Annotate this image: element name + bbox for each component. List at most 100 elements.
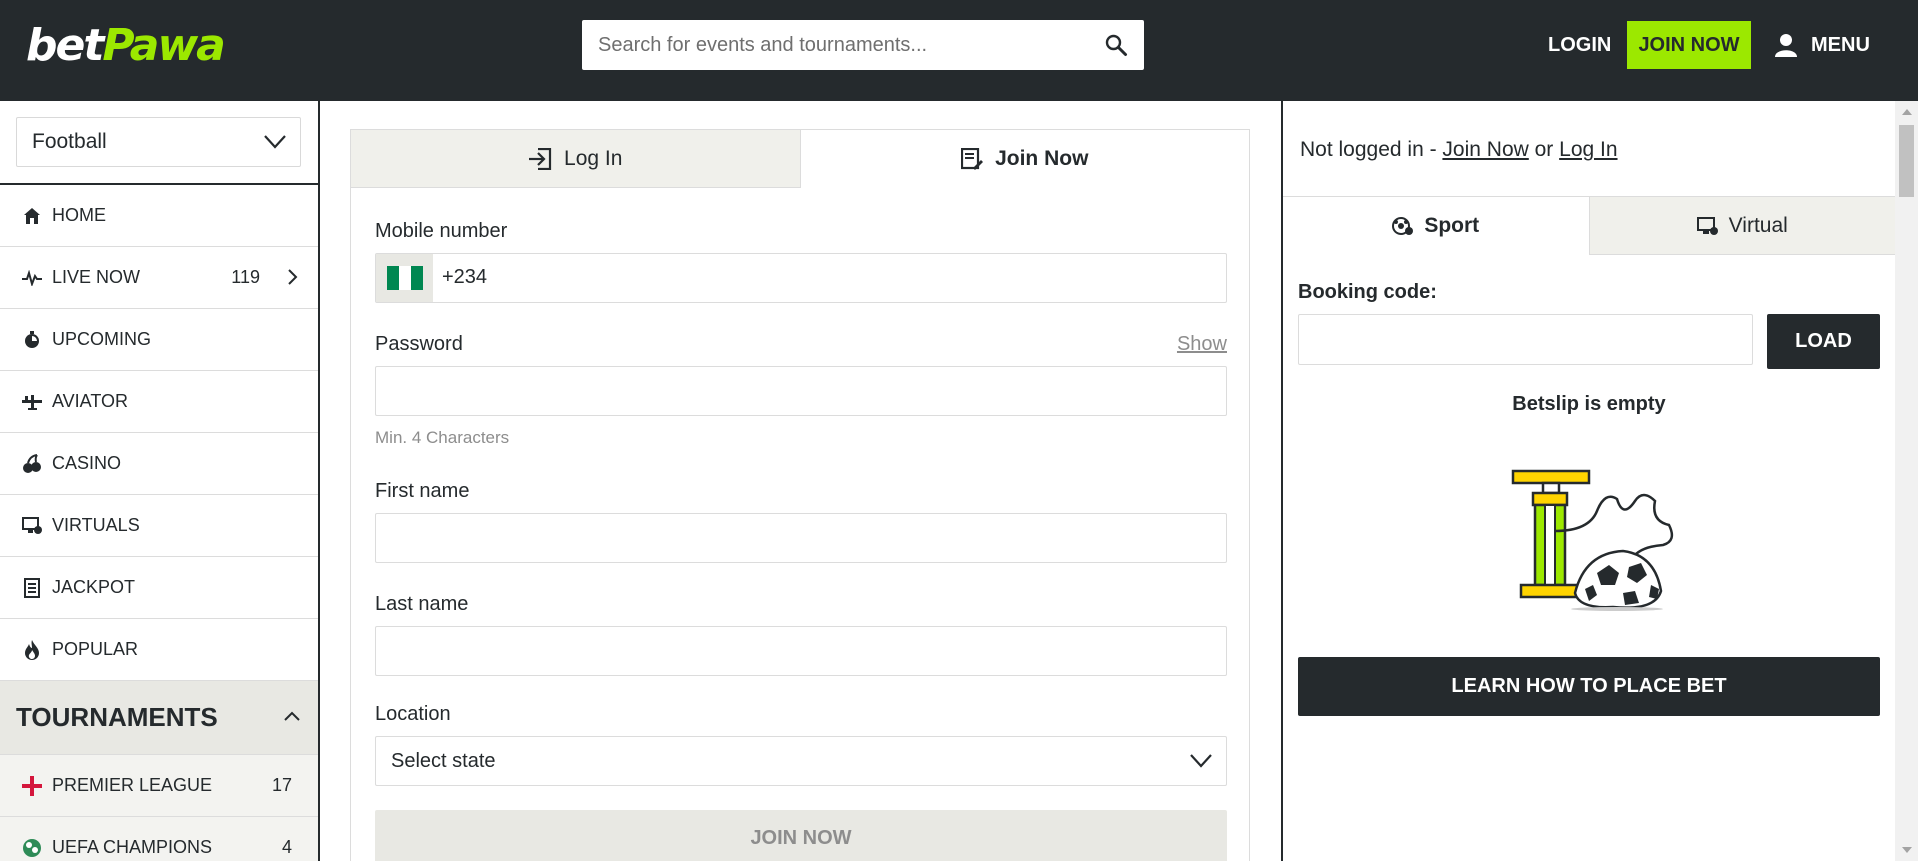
tab-virtual-label: Virtual	[1728, 213, 1788, 237]
left-sidebar: Football HOME LIVE NOW 119 UPCOMING AVIA…	[0, 101, 320, 861]
virtual-icon	[1696, 216, 1718, 235]
sidebar-item-casino[interactable]: CASINO	[0, 433, 318, 495]
sidebar-item-upcoming[interactable]: UPCOMING	[0, 309, 318, 371]
status-join-link[interactable]: Join Now	[1442, 138, 1528, 161]
location-select-value: Select state	[391, 750, 496, 772]
country-code-prefix: +234	[442, 266, 488, 288]
sidebar-item-home[interactable]: HOME	[0, 185, 318, 247]
show-password-link[interactable]: Show	[1177, 333, 1227, 356]
england-flag-icon	[22, 775, 42, 796]
sport-icon	[1392, 217, 1414, 235]
scroll-thumb[interactable]	[1899, 125, 1914, 197]
sport-selected-value: Football	[32, 130, 107, 153]
auth-form-card: Log In Join Now Mobile number +234 Passw…	[350, 129, 1250, 861]
tab-join-now-label: Join Now	[995, 147, 1089, 170]
empty-betslip-illustration	[1511, 469, 1674, 611]
sidebar-item-aviator[interactable]: AVIATOR	[0, 371, 318, 433]
mobile-number-label: Mobile number	[375, 220, 508, 242]
tournament-label: UEFA CHAMPIONS	[52, 837, 213, 857]
last-name-field	[375, 626, 1227, 676]
search-icon[interactable]	[1104, 33, 1128, 57]
load-button[interactable]: LOAD	[1767, 314, 1880, 369]
sidebar-item-label: HOME	[52, 205, 106, 225]
nigeria-flag-icon[interactable]	[376, 254, 433, 302]
sidebar-item-popular[interactable]: POPULAR	[0, 619, 318, 681]
status-prefix: Not logged in -	[1300, 138, 1443, 161]
clock-icon	[22, 330, 42, 350]
logo-text-pawa: Pawa	[102, 20, 225, 71]
sidebar-item-label: AVIATOR	[52, 391, 129, 411]
status-login-link[interactable]: Log In	[1559, 138, 1617, 161]
betslip-empty-text: Betslip is empty	[1512, 393, 1666, 415]
top-header: betPawa LOGIN JOIN NOW MENU	[0, 0, 1918, 101]
search-input[interactable]	[582, 20, 1082, 70]
tournament-label: PREMIER LEAGUE	[52, 775, 213, 795]
login-icon	[529, 147, 552, 170]
sidebar-item-label: VIRTUALS	[52, 515, 140, 535]
page-scrollbar[interactable]	[1895, 101, 1918, 861]
location-label: Location	[375, 703, 451, 725]
sidebar-item-label: CASINO	[52, 453, 122, 473]
sidebar-item-virtuals[interactable]: VIRTUALS	[0, 495, 318, 557]
location-select[interactable]: Select state	[375, 736, 1227, 786]
password-hint: Min. 4 Characters	[375, 428, 510, 447]
main-content: Log In Join Now Mobile number +234 Passw…	[320, 101, 1281, 861]
plane-icon	[22, 392, 42, 412]
logo-text-bet: bet	[26, 20, 104, 71]
booking-code-label: Booking code:	[1298, 281, 1437, 303]
virtual-icon	[22, 516, 42, 536]
first-name-input[interactable]	[376, 514, 1226, 562]
sidebar-item-label: JACKPOT	[52, 577, 136, 597]
tournament-item-premier-league[interactable]: PREMIER LEAGUE 17	[0, 755, 318, 817]
sidebar-nav: HOME LIVE NOW 119 UPCOMING AVIATOR CASIN…	[0, 183, 318, 861]
user-icon	[1775, 34, 1797, 57]
flame-icon	[22, 639, 42, 660]
betslip-tabs: Sport Virtual	[1283, 197, 1895, 255]
tournament-count: 17	[271, 775, 292, 795]
sidebar-item-jackpot[interactable]: JACKPOT	[0, 557, 318, 619]
register-icon	[961, 148, 984, 170]
tournaments-header[interactable]: TOURNAMENTS	[0, 681, 318, 755]
last-name-input[interactable]	[376, 627, 1226, 675]
sidebar-item-label: UPCOMING	[52, 329, 151, 349]
first-name-label: First name	[375, 480, 470, 502]
live-count: 119	[231, 267, 260, 287]
tournaments-title: TOURNAMENTS	[16, 702, 218, 732]
tournament-item-uefa-champions[interactable]: UEFA CHAMPIONS 4	[0, 817, 318, 861]
cherries-icon	[22, 453, 42, 474]
booking-code-input[interactable]	[1299, 315, 1752, 364]
header-menu-button[interactable]: MENU	[1775, 21, 1870, 69]
search-bar	[582, 20, 1144, 70]
tab-sport[interactable]: Sport	[1283, 197, 1589, 255]
login-status: Not logged in - Join Now or Log In	[1300, 138, 1618, 162]
header-join-button[interactable]: JOIN NOW	[1627, 21, 1751, 69]
betslip-panel: Not logged in - Join Now or Log In Sport…	[1281, 101, 1895, 861]
chevron-down-icon	[1190, 754, 1212, 768]
learn-how-to-place-bet-button[interactable]: LEARN HOW TO PLACE BET	[1298, 657, 1880, 716]
auth-tabs: Log In Join Now	[351, 130, 1249, 188]
chevron-up-icon	[284, 711, 300, 721]
sidebar-item-label: POPULAR	[52, 639, 139, 659]
header-login-button[interactable]: LOGIN	[1548, 21, 1611, 69]
last-name-label: Last name	[375, 593, 469, 615]
sidebar-item-live-now[interactable]: LIVE NOW 119	[0, 247, 318, 309]
scroll-down-arrow[interactable]	[1902, 847, 1912, 853]
join-now-submit-button[interactable]: JOIN NOW	[375, 810, 1227, 861]
password-field	[375, 366, 1227, 416]
betpawa-logo[interactable]: betPawa	[26, 20, 226, 71]
tab-virtual[interactable]: Virtual	[1588, 197, 1895, 255]
booking-code-field	[1298, 314, 1753, 365]
tournament-count: 4	[281, 837, 292, 857]
uefa-icon	[23, 838, 41, 857]
mobile-number-field: +234	[375, 253, 1227, 303]
chevron-down-icon	[264, 135, 286, 149]
tab-log-in-label: Log In	[564, 146, 623, 170]
tab-log-in[interactable]: Log In	[351, 130, 801, 188]
sport-selector[interactable]: Football	[16, 117, 301, 167]
menu-label: MENU	[1811, 34, 1870, 56]
ticket-icon	[22, 577, 42, 598]
mobile-number-input[interactable]	[376, 254, 1226, 302]
scroll-up-arrow[interactable]	[1902, 109, 1912, 115]
password-input[interactable]	[376, 367, 1226, 415]
tab-join-now[interactable]: Join Now	[800, 130, 1249, 188]
